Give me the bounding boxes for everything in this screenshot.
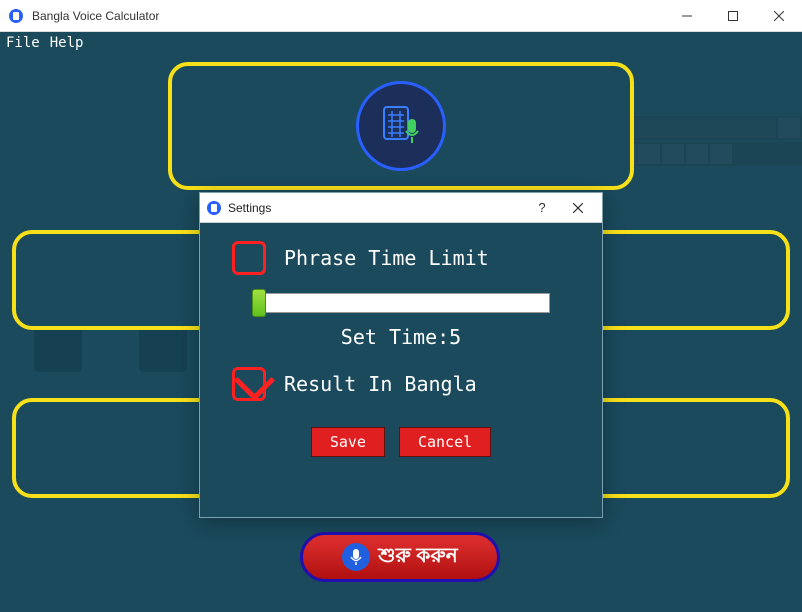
minimize-button[interactable] [664, 0, 710, 32]
result-in-bangla-checkbox[interactable] [232, 367, 266, 401]
close-icon [573, 203, 583, 213]
help-icon: ? [538, 200, 545, 215]
close-button[interactable] [756, 0, 802, 32]
main-titlebar: Bangla Voice Calculator [0, 0, 802, 32]
phrase-time-limit-label: Phrase Time Limit [284, 246, 489, 270]
dialog-title: Settings [228, 201, 524, 215]
cancel-button[interactable]: Cancel [399, 427, 491, 457]
dialog-buttons: Save Cancel [232, 427, 570, 457]
minimize-icon [682, 11, 692, 21]
settings-dialog: Settings ? Phrase Time Limit Set Time:5 … [199, 192, 603, 518]
maximize-button[interactable] [710, 0, 756, 32]
slider-track [252, 293, 550, 313]
start-button-label: শুরু করুন [378, 541, 457, 574]
phrase-time-limit-checkbox[interactable] [232, 241, 266, 275]
maximize-icon [728, 11, 738, 21]
result-in-bangla-label: Result In Bangla [284, 372, 477, 396]
calculator-mic-icon [376, 101, 426, 151]
result-in-bangla-row: Result In Bangla [232, 367, 570, 401]
start-button[interactable]: শুরু করুন [300, 532, 500, 582]
window-title: Bangla Voice Calculator [32, 9, 664, 23]
menubar: File Help [0, 32, 802, 54]
phrase-time-limit-row: Phrase Time Limit [232, 241, 570, 275]
main-area: শুরু করুন Settings ? Phrase Time Limit [0, 54, 802, 612]
dialog-help-button[interactable]: ? [524, 194, 560, 222]
time-slider[interactable] [252, 293, 550, 313]
mic-icon [342, 543, 370, 571]
dialog-icon [206, 200, 222, 216]
app-logo [356, 81, 446, 171]
menu-file[interactable]: File [6, 35, 40, 51]
dialog-titlebar: Settings ? [200, 193, 602, 223]
logo-panel [168, 62, 634, 190]
dialog-body: Phrase Time Limit Set Time:5 Result In B… [200, 223, 602, 475]
set-time-label: Set Time:5 [232, 325, 570, 349]
window-controls [664, 0, 802, 32]
close-icon [774, 11, 784, 21]
menu-help[interactable]: Help [50, 35, 84, 51]
dialog-close-button[interactable] [560, 194, 596, 222]
save-button[interactable]: Save [311, 427, 385, 457]
slider-thumb[interactable] [252, 289, 266, 317]
app-icon [8, 8, 24, 24]
